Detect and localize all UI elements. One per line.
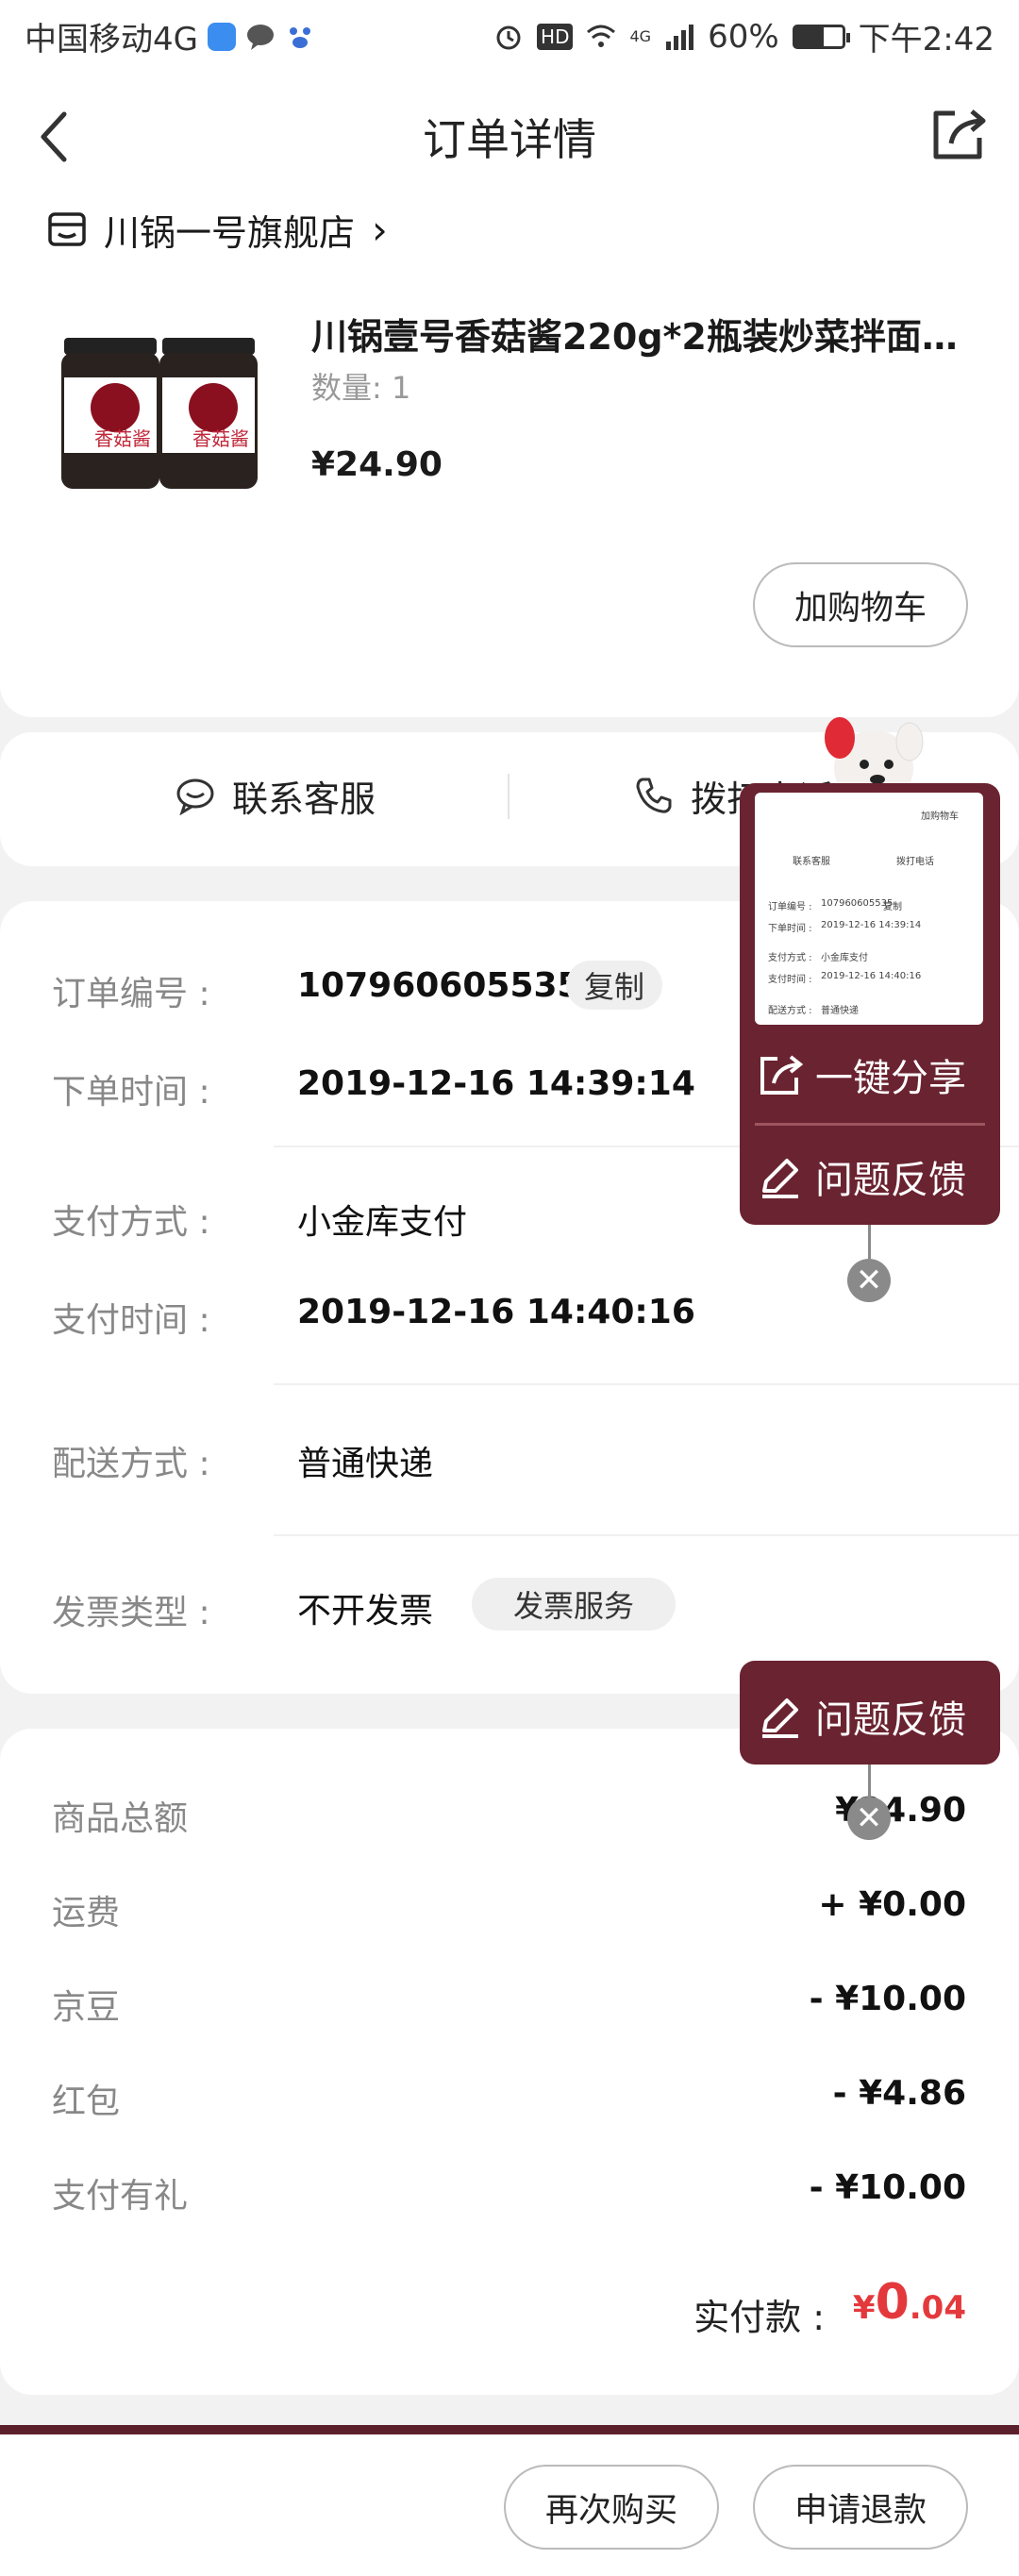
apply-refund-button[interactable]: 申请退款 <box>753 2465 968 2550</box>
svg-text:香菇酱: 香菇酱 <box>192 427 249 450</box>
wifi-icon <box>587 25 616 47</box>
chat-bubble-icon <box>246 24 274 50</box>
payment-method-value: 小金库支付 <box>297 1203 468 1242</box>
network-type: 4G <box>629 27 652 45</box>
preview-text: 支付方式 : <box>768 953 812 963</box>
product-price: ¥24.90 <box>311 445 443 484</box>
share-icon[interactable] <box>928 104 989 164</box>
shield-app-icon <box>207 22 236 51</box>
product-name[interactable]: 川锅壹号香菇酱220g*2瓶装炒菜拌面… <box>311 308 972 360</box>
order-time-value: 2019-12-16 14:39:14 <box>297 1064 695 1103</box>
screenshot-preview[interactable]: 加购物车 联系客服 拨打电话 订单编号 : 107960605535 复制 下单… <box>755 793 983 1025</box>
contact-service-button[interactable]: 联系客服 <box>175 762 376 828</box>
bottom-banner-strip <box>0 2425 1019 2434</box>
float-divider <box>755 1123 985 1126</box>
battery-level <box>794 26 824 46</box>
svg-text:香菇酱: 香菇酱 <box>94 427 151 450</box>
preview-text: 订单编号 : <box>768 902 812 912</box>
hd-icon: HD <box>537 23 574 50</box>
copy-order-button[interactable]: 复制 <box>566 961 662 1010</box>
preview-text: 2019-12-16 14:39:14 <box>821 920 922 930</box>
clock: 下午2:42 <box>858 21 994 59</box>
phone-icon <box>636 778 672 813</box>
red-packet-label: 红包 <box>52 2083 121 2121</box>
red-packet-value: - ¥4.86 <box>832 2074 966 2113</box>
invoice-service-button[interactable]: 发票服务 <box>472 1578 676 1631</box>
preview-text: 联系客服 <box>793 857 830 867</box>
store-name: 川锅一号旗舰店 <box>104 211 356 254</box>
feedback-button-secondary[interactable]: 问题反馈 <box>757 1689 966 1744</box>
divider <box>274 1383 1019 1385</box>
battery-percent: 60% <box>708 17 779 56</box>
order-time-label: 下单时间 : <box>52 1073 210 1112</box>
preview-text: 107960605535 <box>821 898 894 909</box>
paid-amount-label: 实付款 : <box>693 2297 825 2338</box>
preview-text: 配送方式 : <box>768 1006 812 1016</box>
share-icon <box>760 1055 804 1095</box>
shipping-value: + ¥0.00 <box>818 1885 966 1924</box>
preview-text: 复制 <box>883 902 902 912</box>
add-to-cart-button[interactable]: 加购物车 <box>753 562 968 647</box>
order-number-value: 107960605535 <box>297 966 581 1005</box>
feedback-label: 问题反馈 <box>815 1159 966 1202</box>
invoice-type-value: 不开发票 <box>297 1592 434 1631</box>
paid-currency: ¥ <box>852 2289 876 2327</box>
invoice-type-label: 发票类型 : <box>52 1594 210 1632</box>
chat-icon <box>176 778 214 815</box>
jar-left: 香菇酱 <box>61 338 159 489</box>
feedback-button[interactable]: 问题反馈 <box>757 1149 966 1204</box>
jingdou-label: 京豆 <box>52 1988 121 2027</box>
payment-time-value: 2019-12-16 14:40:16 <box>297 1293 695 1331</box>
preview-text: 拨打电话 <box>896 857 934 867</box>
buy-again-button[interactable]: 再次购买 <box>504 2465 719 2550</box>
alarm-icon <box>496 25 521 49</box>
float-stem <box>868 1765 871 1798</box>
jingdou-value: - ¥10.00 <box>809 1980 966 2018</box>
product-quantity: 数量: 1 <box>311 370 411 406</box>
payment-method-label: 支付方式 : <box>52 1203 210 1242</box>
contact-divider <box>508 774 510 819</box>
paid-amount-value: ¥0.04 <box>853 2274 966 2331</box>
status-right: HD 4G 60% 下午2:42 <box>493 13 994 59</box>
pencil-icon <box>762 1159 798 1198</box>
chevron-right-icon: › <box>372 206 388 253</box>
close-icon[interactable]: ✕ <box>847 1797 891 1840</box>
preview-text: 普通快递 <box>821 1006 859 1016</box>
payment-time-label: 支付时间 : <box>52 1301 210 1340</box>
paw-icon <box>289 26 310 48</box>
carrier-text: 中国移动4G <box>25 21 198 59</box>
product-image[interactable]: 香菇酱 香菇酱 <box>57 321 264 491</box>
paid-decimal: .04 <box>909 2289 966 2327</box>
status-left: 中国移动4G <box>25 13 315 59</box>
contact-service-label: 联系客服 <box>232 778 376 820</box>
store-link[interactable]: 川锅一号旗舰店 › <box>47 203 388 256</box>
share-label: 一键分享 <box>815 1057 966 1100</box>
shipping-label: 运费 <box>52 1894 121 1932</box>
delivery-method-value: 普通快递 <box>297 1445 434 1483</box>
pay-gift-value: - ¥10.00 <box>809 2168 966 2207</box>
delivery-method-label: 配送方式 : <box>52 1445 210 1483</box>
one-click-share-button[interactable]: 一键分享 <box>757 1047 966 1102</box>
pencil-icon <box>762 1698 798 1738</box>
battery-icon <box>792 24 850 49</box>
store-icon <box>48 212 86 246</box>
signal-icon <box>666 24 694 50</box>
close-icon[interactable]: ✕ <box>847 1259 891 1302</box>
page-title: 订单详情 <box>423 114 596 165</box>
preview-text: 支付时间 : <box>768 975 812 985</box>
paid-integer: 0 <box>875 2274 910 2331</box>
order-number-label: 订单编号 : <box>52 975 210 1013</box>
feedback-label-secondary: 问题反馈 <box>815 1698 966 1742</box>
preview-text: 小金库支付 <box>821 953 868 963</box>
preview-text: 下单时间 : <box>768 924 812 934</box>
preview-text: 2019-12-16 14:40:16 <box>821 971 922 981</box>
pay-gift-label: 支付有礼 <box>52 2177 189 2216</box>
preview-text: 加购物车 <box>921 811 959 822</box>
divider <box>274 1534 1019 1536</box>
goods-total-label: 商品总额 <box>52 1799 189 1838</box>
float-stem <box>868 1225 871 1259</box>
jar-right: 香菇酱 <box>159 338 258 489</box>
